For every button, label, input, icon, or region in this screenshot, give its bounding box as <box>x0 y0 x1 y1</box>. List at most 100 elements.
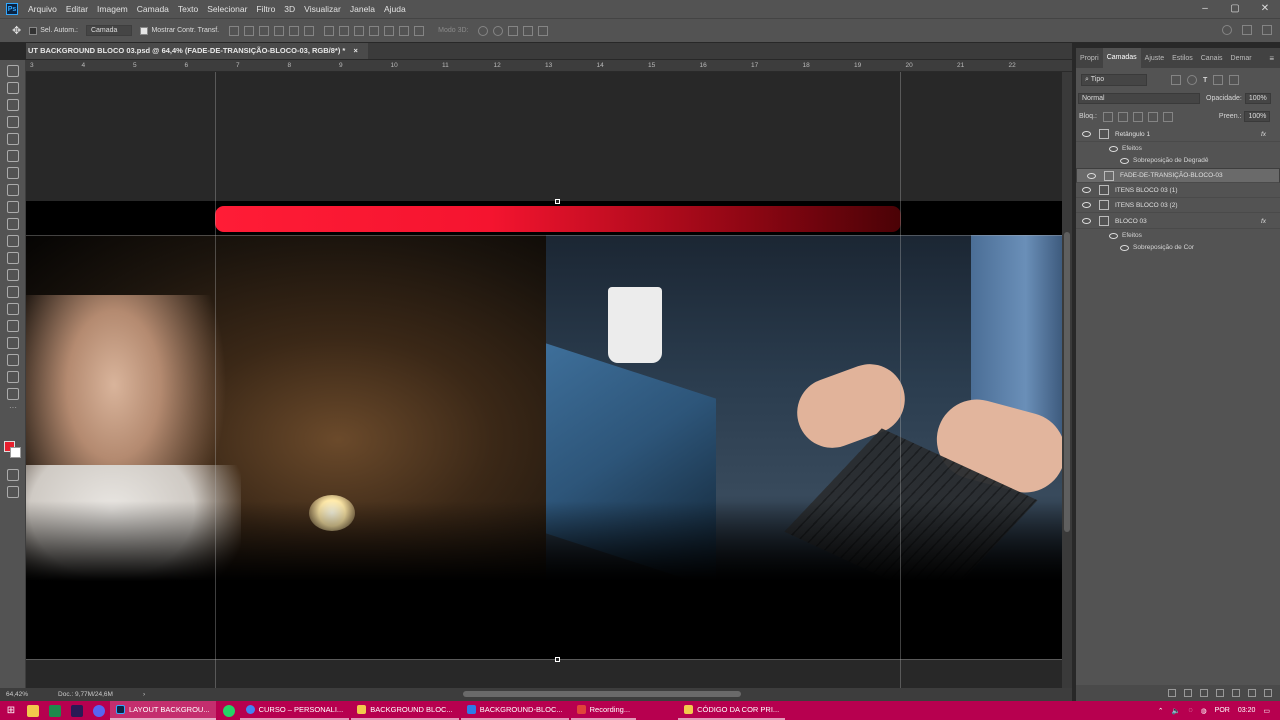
status-arrow-icon[interactable]: › <box>143 691 145 698</box>
align-right-icon[interactable] <box>304 25 315 36</box>
minimize-icon[interactable]: – <box>1190 0 1220 18</box>
panel-menu-icon[interactable]: ≡ <box>1269 54 1274 63</box>
vertical-scrollbar[interactable] <box>1062 72 1072 688</box>
opacity-input[interactable]: 100% <box>1244 93 1271 104</box>
align-top-icon[interactable] <box>229 25 240 36</box>
delete-layer-icon[interactable] <box>1264 689 1272 697</box>
taskbar-app-image[interactable]: BACKGROUND-BLOC... <box>460 701 569 720</box>
lock-brush-icon[interactable] <box>1117 111 1128 122</box>
filter-shape-icon[interactable] <box>1213 75 1224 85</box>
premiere-icon[interactable] <box>71 704 83 717</box>
zoom-level[interactable]: 64,42% <box>6 691 28 698</box>
whatsapp-icon[interactable] <box>222 704 235 717</box>
effect-color-overlay-row[interactable]: Sobreposição de Cor <box>1076 241 1280 254</box>
layer-itens-bloco-03-1[interactable]: ITENS BLOCO 03 (1) <box>1076 183 1280 198</box>
auto-select-value[interactable]: Camada <box>85 25 133 36</box>
excel-icon[interactable] <box>49 704 61 717</box>
show-transform-check-icon[interactable] <box>140 26 149 35</box>
layer-fx-icon[interactable]: fx <box>1261 218 1266 225</box>
search-icon[interactable] <box>1222 25 1232 35</box>
add-mask-icon[interactable] <box>1200 689 1208 697</box>
tray-up-arrow-icon[interactable]: ⌃ <box>1158 707 1164 715</box>
horizontal-scroll-thumb[interactable] <box>463 691 741 697</box>
menu-janela[interactable]: Janela <box>350 4 375 14</box>
visibility-eye-icon[interactable] <box>1082 218 1091 224</box>
menu-arquivo[interactable]: Arquivo <box>28 4 57 14</box>
guide-horizontal-1[interactable] <box>26 235 1062 236</box>
maximize-icon[interactable]: ▢ <box>1220 0 1250 18</box>
taskbar-app-recording[interactable]: Recording... <box>570 701 637 720</box>
menu-editar[interactable]: Editar <box>66 4 88 14</box>
effect-eye-icon[interactable] <box>1120 244 1129 251</box>
tab-adjustments[interactable]: Ajuste <box>1141 55 1168 62</box>
menu-texto[interactable]: Texto <box>178 4 198 14</box>
new-adjustment-icon[interactable] <box>1216 689 1224 697</box>
distribute-left-icon[interactable] <box>369 25 380 36</box>
tray-app-icon[interactable]: ◍ <box>1201 707 1207 715</box>
workspace-icon[interactable] <box>1242 25 1252 35</box>
auto-align-icon[interactable] <box>414 25 425 36</box>
distribute-vcenter-icon[interactable] <box>339 25 350 36</box>
menu-imagem[interactable]: Imagem <box>97 4 128 14</box>
effect-eye-icon[interactable] <box>1120 157 1129 164</box>
menu-camada[interactable]: Camada <box>137 4 169 14</box>
effects-eye-icon[interactable] <box>1109 145 1118 152</box>
lock-all-icon[interactable] <box>1162 111 1173 122</box>
menu-filtro[interactable]: Filtro <box>256 4 275 14</box>
keyboard-language[interactable]: POR <box>1215 707 1230 714</box>
layer-fx-icon[interactable]: fx <box>1261 131 1266 138</box>
canvas-area[interactable] <box>26 72 1062 688</box>
new-group-icon[interactable] <box>1232 689 1240 697</box>
lock-position-icon[interactable] <box>1132 111 1143 122</box>
document-tab[interactable]: UT BACKGROUND BLOCO 03.psd @ 64,4% (FADE… <box>26 43 368 59</box>
taskbar-app-folder-2[interactable]: CÓDIGO DA COR PRI... <box>678 701 786 720</box>
document-canvas[interactable] <box>26 201 1062 659</box>
layer-fade-de-transicao[interactable]: FADE-DE-TRANSIÇÃO-BLOCO-03 <box>1076 168 1280 183</box>
layer-retangulo-1[interactable]: Retângulo 1 fx <box>1076 127 1280 142</box>
menu-selecionar[interactable]: Selecionar <box>207 4 247 14</box>
fill-input[interactable]: 100% <box>1244 111 1271 122</box>
windows-start-icon[interactable]: ⊞ <box>0 701 22 720</box>
auto-select-check-icon[interactable] <box>29 26 38 35</box>
distribute-bottom-icon[interactable] <box>354 25 365 36</box>
distribute-right-icon[interactable] <box>399 25 410 36</box>
effect-gradient-overlay-row[interactable]: Sobreposição de Degradê <box>1076 154 1280 167</box>
lock-artboard-icon[interactable] <box>1147 111 1158 122</box>
filter-pixel-icon[interactable] <box>1171 75 1181 85</box>
visibility-eye-icon[interactable] <box>1082 131 1091 137</box>
visibility-eye-icon[interactable] <box>1082 202 1091 208</box>
taskbar-app-photoshop[interactable]: LAYOUT BACKGROU... <box>110 701 216 720</box>
filter-type-icon[interactable]: T <box>1203 77 1207 84</box>
add-style-icon[interactable] <box>1184 689 1192 697</box>
menu-ajuda[interactable]: Ajuda <box>384 4 406 14</box>
visibility-eye-icon[interactable] <box>1082 187 1091 193</box>
discord-icon[interactable] <box>93 704 105 717</box>
align-bottom-icon[interactable] <box>259 25 270 36</box>
align-vcenter-icon[interactable] <box>244 25 255 36</box>
move-tool-icon[interactable]: ✥ <box>12 24 21 37</box>
visibility-eye-icon[interactable] <box>1087 172 1096 179</box>
document-tab-close-icon[interactable]: × <box>353 46 357 55</box>
layer-itens-bloco-03-2[interactable]: ITENS BLOCO 03 (2) <box>1076 198 1280 213</box>
blend-mode-select[interactable]: Normal <box>1078 93 1200 104</box>
network-icon[interactable]: ◌ <box>1188 707 1192 714</box>
filter-smart-object-icon[interactable] <box>1229 75 1240 85</box>
align-left-icon[interactable] <box>274 25 285 36</box>
guide-vertical-1[interactable] <box>215 72 216 688</box>
menu-visualizar[interactable]: Visualizar <box>304 4 341 14</box>
tab-channels[interactable]: Canais <box>1197 55 1227 62</box>
auto-select-checkbox[interactable]: Sel. Autom.: <box>29 26 78 35</box>
guide-vertical-2[interactable] <box>900 72 901 688</box>
transform-handle-bottom[interactable] <box>555 657 560 662</box>
layer-bloco-03[interactable]: BLOCO 03 fx <box>1076 214 1280 229</box>
share-icon[interactable] <box>1262 25 1272 35</box>
distribute-hcenter-icon[interactable] <box>384 25 395 36</box>
close-icon[interactable]: ✕ <box>1250 0 1280 18</box>
filter-adjustment-icon[interactable] <box>1187 75 1197 85</box>
tab-paths[interactable]: Demar <box>1227 55 1256 62</box>
volume-icon[interactable]: 🔈 <box>1172 707 1181 715</box>
link-layers-icon[interactable] <box>1168 689 1176 697</box>
new-layer-icon[interactable] <box>1248 689 1256 697</box>
menu-3d[interactable]: 3D <box>284 4 295 14</box>
layer-filter-select[interactable]: ⌕ Tipo <box>1081 74 1147 86</box>
